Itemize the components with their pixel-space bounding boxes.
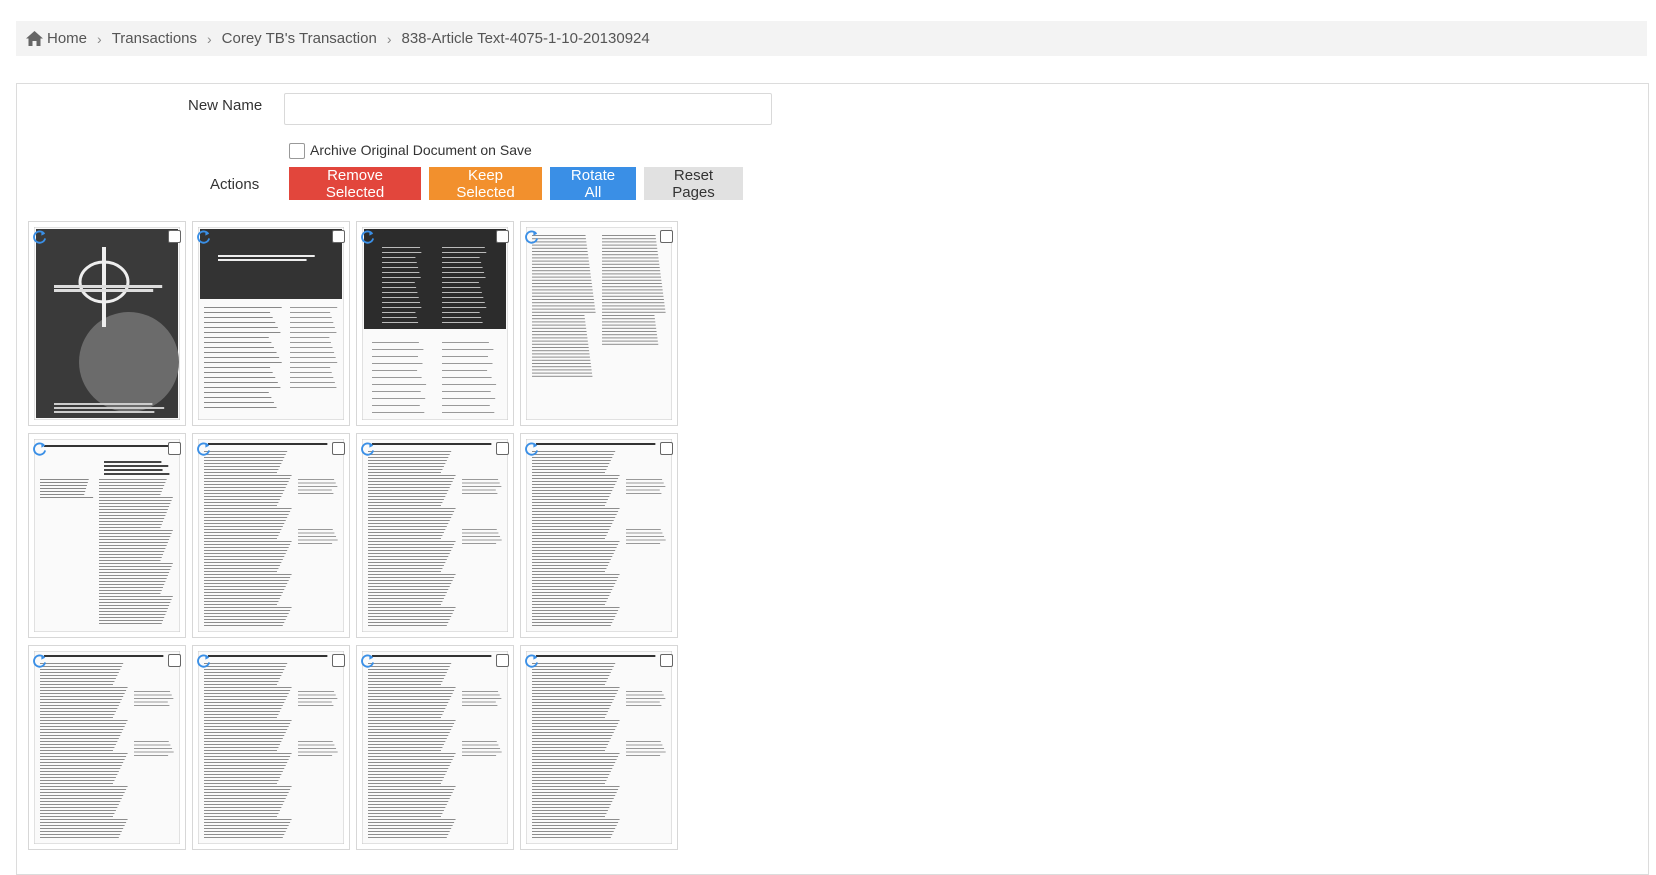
page-thumbnail[interactable] [28,221,186,426]
page-preview-image [34,651,180,844]
archive-checkbox[interactable] [289,143,305,159]
page-select-checkbox[interactable] [496,442,509,455]
rotate-icon[interactable] [32,654,47,669]
breadcrumb-home-label: Home [47,30,88,47]
page-thumbnail[interactable] [520,433,678,638]
page-select-checkbox[interactable] [660,442,673,455]
page-select-checkbox[interactable] [332,442,345,455]
breadcrumb: Home › Transactions › Corey TB's Transac… [16,21,1647,56]
rotate-icon[interactable] [524,654,539,669]
page-preview-image [198,651,344,844]
page-preview-image [526,439,672,632]
breadcrumb-transactions[interactable]: Transactions [112,30,197,47]
keep-selected-button[interactable]: Keep Selected [429,167,542,201]
breadcrumb-transaction[interactable]: Corey TB's Transaction [222,30,377,47]
rotate-icon[interactable] [196,442,211,457]
page-thumbnail[interactable] [356,645,514,850]
page-thumbnail[interactable] [520,645,678,850]
page-preview-image [526,651,672,844]
page-preview-image [34,439,180,632]
rotate-icon[interactable] [196,230,211,245]
rotate-icon[interactable] [360,442,375,457]
page-select-checkbox[interactable] [660,230,673,243]
rotate-icon[interactable] [196,654,211,669]
remove-selected-button[interactable]: Remove Selected [289,167,421,201]
page-thumbnail[interactable] [28,433,186,638]
breadcrumb-home[interactable]: Home [16,30,87,47]
page-preview-image [362,439,508,632]
rotate-icon[interactable] [524,442,539,457]
rotate-icon[interactable] [524,230,539,245]
page-thumbnail[interactable] [192,433,350,638]
breadcrumb-document: 838-Article Text-4075-1-10-20130924 [401,30,650,47]
actions-label: Actions [210,176,260,193]
chevron-right-icon: › [207,30,212,47]
archive-label: Archive Original Document on Save [310,142,532,158]
reset-pages-button[interactable]: Reset Pages [644,167,743,201]
page-preview-image [526,227,672,420]
rotate-icon[interactable] [32,230,47,245]
page-preview-image [34,227,180,420]
page-select-checkbox[interactable] [332,230,345,243]
chevron-right-icon: › [97,30,102,47]
rotate-icon[interactable] [360,654,375,669]
rotate-icon[interactable] [360,230,375,245]
page-thumbnail[interactable] [520,221,678,426]
page-select-checkbox[interactable] [168,230,181,243]
page-select-checkbox[interactable] [496,654,509,667]
page-select-checkbox[interactable] [496,230,509,243]
home-icon [26,31,43,46]
page-preview-image [198,227,344,420]
page-thumbnail[interactable] [28,645,186,850]
page-select-checkbox[interactable] [168,654,181,667]
page-thumbnail[interactable] [356,221,514,426]
page-select-checkbox[interactable] [660,654,673,667]
page-select-checkbox[interactable] [168,442,181,455]
page-preview-image [362,227,508,420]
chevron-right-icon: › [386,30,392,47]
page-preview-image [198,439,344,632]
page-preview-image [362,651,508,844]
page-thumbnail[interactable] [192,221,350,426]
rotate-icon[interactable] [32,442,47,457]
new-name-label: New Name [188,97,263,114]
new-name-input[interactable] [284,93,772,125]
page-thumbnail[interactable] [356,433,514,638]
rotate-all-button[interactable]: Rotate All [550,167,636,201]
page-thumbnail[interactable] [192,645,350,850]
page-select-checkbox[interactable] [332,654,345,667]
